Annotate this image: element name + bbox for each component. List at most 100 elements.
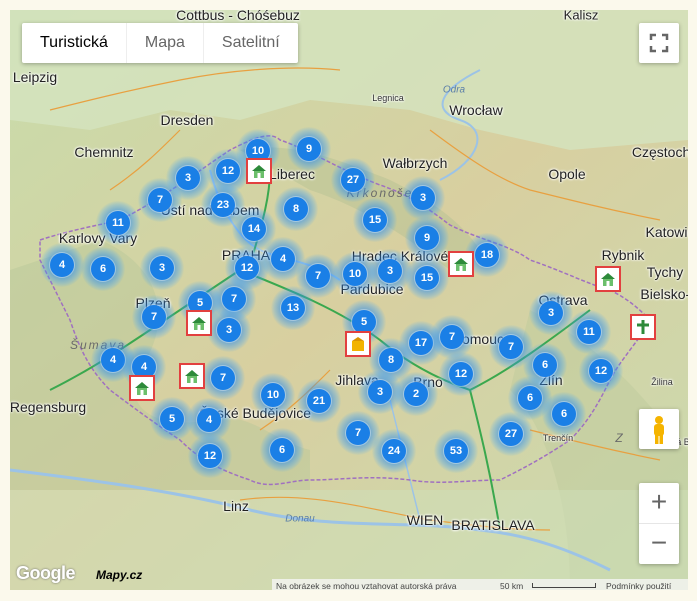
cluster-count: 3 <box>176 166 200 190</box>
cluster-count: 10 <box>261 383 285 407</box>
marker-cluster[interactable]: 9 <box>405 216 449 260</box>
place-label: Z <box>615 431 625 445</box>
poi-marker[interactable] <box>630 314 656 340</box>
marker-cluster[interactable]: 9 <box>287 127 331 171</box>
place-label: Bielsko-B <box>640 286 688 302</box>
marker-cluster[interactable]: 3 <box>401 176 445 220</box>
terms-link[interactable]: Podmínky použití <box>606 579 671 590</box>
cluster-count: 7 <box>440 325 464 349</box>
marker-cluster[interactable]: 11 <box>567 310 611 354</box>
marker-cluster[interactable]: 13 <box>271 286 315 330</box>
poi-marker[interactable] <box>246 158 272 184</box>
poi-marker[interactable] <box>186 310 212 336</box>
cluster-count: 21 <box>307 389 331 413</box>
place-label: Regensburg <box>10 399 87 415</box>
cluster-count: 12 <box>589 359 613 383</box>
marker-cluster[interactable]: 6 <box>260 428 304 472</box>
marker-cluster[interactable]: 12 <box>439 352 483 396</box>
place-label: Chemnitz <box>74 144 134 160</box>
google-logo[interactable]: Google <box>16 563 76 584</box>
poi-marker[interactable] <box>448 251 474 277</box>
map-type-satelitni[interactable]: Satelitní <box>204 23 298 63</box>
map-canvas[interactable]: Cottbus - Chóśebuz Kalisz Leipzig Odra Legni… <box>10 10 688 590</box>
place-label: Rybnik <box>601 247 645 263</box>
place-label: Žilina <box>651 377 673 387</box>
marker-cluster[interactable]: 7 <box>132 295 176 339</box>
cluster-count: 8 <box>284 197 308 221</box>
marker-cluster[interactable]: 27 <box>331 158 375 202</box>
cluster-count: 12 <box>449 362 473 386</box>
marker-cluster[interactable]: 12 <box>579 349 623 393</box>
cluster-count: 3 <box>539 301 563 325</box>
map-frame: Cottbus - Chóśebuz Kalisz Leipzig Odra Legni… <box>0 0 697 601</box>
marker-cluster[interactable]: 15 <box>353 198 397 242</box>
marker-cluster[interactable]: 6 <box>81 247 125 291</box>
cluster-count: 6 <box>552 402 576 426</box>
marker-cluster[interactable]: 53 <box>434 429 478 473</box>
poi-marker[interactable] <box>129 375 155 401</box>
zoom-control: + − <box>639 483 679 564</box>
cluster-count: 12 <box>198 444 222 468</box>
marker-cluster[interactable]: 7 <box>138 178 182 222</box>
street-view-pegman[interactable] <box>639 409 679 449</box>
place-label: Katowic <box>645 224 688 240</box>
place-label: Leipzig <box>12 69 58 85</box>
copyright-text[interactable]: Na obrázek se mohou vztahovat autorská p… <box>276 579 457 590</box>
cluster-count: 5 <box>160 407 184 431</box>
marker-cluster[interactable]: 6 <box>542 392 586 436</box>
marker-cluster[interactable]: 4 <box>40 243 84 287</box>
cluster-count: 6 <box>518 386 542 410</box>
place-label: Dresden <box>160 112 214 128</box>
marker-cluster[interactable]: 24 <box>372 429 416 473</box>
marker-cluster[interactable]: 21 <box>297 379 341 423</box>
map-type-turisticka[interactable]: Turistická <box>22 23 127 63</box>
marker-cluster[interactable]: 3 <box>140 246 184 290</box>
map-type-control: Turistická Mapa Satelitní <box>22 23 298 63</box>
place-label: BRATISLAVA <box>451 517 535 533</box>
zoom-in-button[interactable]: + <box>639 483 679 524</box>
place-label: Linz <box>223 498 249 514</box>
cluster-count: 7 <box>346 421 370 445</box>
marker-cluster[interactable]: 3 <box>207 308 251 352</box>
scale-label: 50 km <box>500 581 524 590</box>
poi-marker[interactable] <box>595 266 621 292</box>
cluster-count: 12 <box>216 159 240 183</box>
place-label: Opole <box>548 166 586 182</box>
marker-cluster[interactable]: 27 <box>489 412 533 456</box>
map-footer: Na obrázek se mohou vztahovat autorská p… <box>272 579 688 590</box>
mapy-logo[interactable]: Mapy.cz <box>96 568 142 582</box>
poi-marker[interactable] <box>345 331 371 357</box>
cluster-count: 4 <box>50 253 74 277</box>
marker-cluster[interactable]: 11 <box>96 201 140 245</box>
marker-cluster[interactable]: 2 <box>394 372 438 416</box>
cluster-count: 13 <box>281 296 305 320</box>
poi-marker[interactable] <box>179 363 205 389</box>
cluster-count: 3 <box>411 186 435 210</box>
cluster-count: 27 <box>341 168 365 192</box>
cluster-count: 3 <box>150 256 174 280</box>
marker-cluster[interactable]: 15 <box>405 256 449 300</box>
cluster-count: 3 <box>368 380 392 404</box>
cluster-count: 9 <box>415 226 439 250</box>
marker-cluster[interactable]: 10 <box>251 373 295 417</box>
marker-cluster[interactable]: 8 <box>274 187 318 231</box>
cluster-count: 3 <box>217 318 241 342</box>
cluster-count: 2 <box>404 382 428 406</box>
cluster-count: 18 <box>475 243 499 267</box>
cluster-count: 6 <box>91 257 115 281</box>
zoom-out-button[interactable]: − <box>639 524 679 564</box>
place-label: Wałbrzych <box>382 155 448 171</box>
place-label: Odra <box>442 84 466 96</box>
cluster-count: 27 <box>499 422 523 446</box>
cluster-count: 7 <box>306 264 330 288</box>
cluster-count: 11 <box>106 211 130 235</box>
cluster-count: 53 <box>444 439 468 463</box>
place-label: Częstochow <box>631 144 688 160</box>
marker-cluster[interactable]: 12 <box>188 434 232 478</box>
cluster-count: 11 <box>577 320 601 344</box>
cluster-count: 7 <box>148 188 172 212</box>
cluster-count: 15 <box>363 208 387 232</box>
fullscreen-button[interactable] <box>639 23 679 63</box>
marker-cluster[interactable]: 7 <box>201 356 245 400</box>
map-type-mapa[interactable]: Mapa <box>127 23 204 63</box>
